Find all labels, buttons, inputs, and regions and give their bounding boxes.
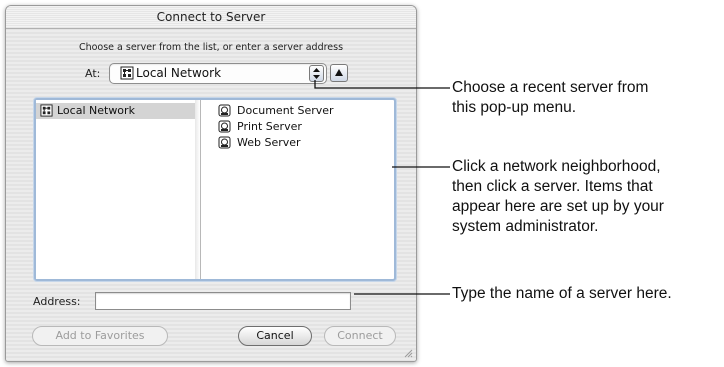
callout-browser: Click a network neighborhood, then click…	[452, 157, 664, 237]
callout-line: Choose a recent server from	[452, 79, 649, 96]
callout-recent-server: Choose a recent server from this pop-up …	[452, 78, 648, 118]
callout-line: Click a network neighborhood,	[452, 158, 661, 175]
callout-line: appear here are set up by your	[452, 198, 664, 215]
callout-line: this pop-up menu.	[452, 99, 577, 116]
callout-line: Type the name of a server here.	[452, 285, 672, 302]
callout-address: Type the name of a server here.	[452, 284, 672, 304]
callout-line: then click a server. Items that	[452, 178, 653, 195]
callout-line: system administrator.	[452, 218, 599, 235]
